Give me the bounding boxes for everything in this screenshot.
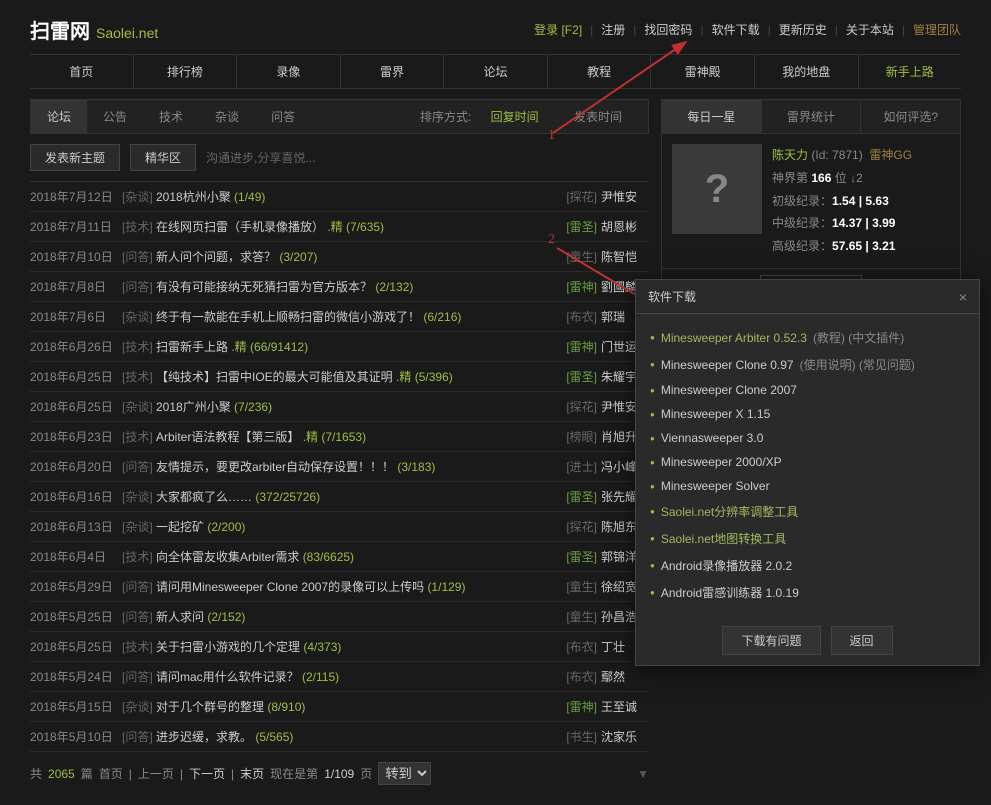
pager-next[interactable]: 下一页 [189, 765, 225, 782]
close-icon[interactable]: × [959, 289, 967, 305]
nav-item[interactable]: 雷界 [341, 55, 445, 88]
table-row[interactable]: 2018年6月4日[技术] 向全体雷友收集Arbiter需求 (83/6625)… [30, 542, 649, 572]
table-row[interactable]: 2018年5月29日[问答] 请问用Minesweeper Clone 2007… [30, 572, 649, 602]
download-issue-button[interactable]: 下载有问题 [722, 626, 820, 655]
tab-chat[interactable]: 杂谈 [199, 100, 255, 133]
download-item[interactable]: Saolei.net分辨率调整工具 [650, 498, 965, 525]
star-badge: 雷神GG [869, 148, 912, 162]
table-row[interactable]: 2018年6月25日[技术] 【纯技术】扫雷中IOE的最大可能值及其证明 .精 … [30, 362, 649, 392]
logo-cn: 扫雷网 [30, 15, 90, 44]
post-list: 2018年7月12日[杂谈] 2018杭州小聚 (1/49)[探花]尹惟安201… [30, 181, 649, 752]
pager-first[interactable]: 首页 [99, 765, 123, 782]
forum-tabs: 论坛 公告 技术 杂谈 问答 排序方式: 回复时间 发表时间 [30, 99, 649, 134]
download-item[interactable]: Saolei.net地图转换工具 [650, 525, 965, 552]
pager-page: 1/109 [324, 767, 354, 781]
table-row[interactable]: 2018年7月6日[杂谈] 终于有一款能在手机上顺畅扫雷的微信小游戏了！ (6/… [30, 302, 649, 332]
new-post-button[interactable]: 发表新主题 [30, 144, 120, 171]
tab-tech[interactable]: 技术 [143, 100, 199, 133]
table-row[interactable]: 2018年5月25日[问答] 新人求问 (2/152)[童生]孙昌浩 [30, 602, 649, 632]
table-row[interactable]: 2018年7月10日[问答] 新人问个问题，求答？ (3/207)[童生]陈智恺 [30, 242, 649, 272]
download-item[interactable]: Minesweeper Arbiter 0.52.3 (教程) (中文插件) [650, 324, 965, 351]
star-box: ? 陈天力 (Id: 7871) 雷神GG 神界第 166 位 ↓2 初级纪录：… [661, 134, 961, 269]
nav-item[interactable]: 排行榜 [134, 55, 238, 88]
logo-en: Saolei.net [96, 25, 158, 41]
table-row[interactable]: 2018年6月26日[技术] 扫雷新手上路 .精 (66/91412)[雷神]门… [30, 332, 649, 362]
elite-button[interactable]: 精华区 [130, 144, 196, 171]
table-row[interactable]: 2018年7月12日[杂谈] 2018杭州小聚 (1/49)[探花]尹惟安 [30, 182, 649, 212]
download-item[interactable]: Android雷感训练器 1.0.19 [650, 579, 965, 606]
tab-notice[interactable]: 公告 [87, 100, 143, 133]
table-row[interactable]: 2018年7月11日[技术] 在线网页扫雷（手机录像播放） .精 (7/635)… [30, 212, 649, 242]
collapse-icon[interactable]: ▼ [637, 767, 649, 781]
download-item[interactable]: Minesweeper 2000/XP [650, 450, 965, 474]
popup-title: 软件下载 [648, 288, 696, 305]
table-row[interactable]: 2018年5月25日[技术] 关于扫雷小游戏的几个定理 (4/373)[布衣]丁… [30, 632, 649, 662]
pager: 共 2065 篇 首页| 上一页| 下一页| 末页 现在是第 1/109 页 转… [30, 752, 649, 795]
toolbar-hint: 沟通进步,分享喜悦... [206, 149, 315, 166]
annotation-1: 1 [548, 128, 555, 144]
table-row[interactable]: 2018年6月23日[技术] Arbiter语法教程【第三版】 .精 (7/16… [30, 422, 649, 452]
register-link[interactable]: 注册 [601, 21, 625, 38]
download-item[interactable]: Minesweeper Solver [650, 474, 965, 498]
main-nav: 首页排行榜录像雷界论坛教程雷神殿我的地盘新手上路 [30, 54, 961, 89]
download-link[interactable]: 软件下载 [712, 21, 760, 38]
table-row[interactable]: 2018年6月16日[杂谈] 大家都疯了么…… (372/25726)[雷圣]张… [30, 482, 649, 512]
nav-item[interactable]: 录像 [237, 55, 341, 88]
pager-last[interactable]: 末页 [240, 765, 264, 782]
site-logo[interactable]: 扫雷网 Saolei.net [30, 15, 158, 44]
sort-reply[interactable]: 回复时间 [475, 102, 555, 132]
nav-item[interactable]: 教程 [548, 55, 652, 88]
pager-goto[interactable]: 转到 [378, 762, 431, 785]
nav-item[interactable]: 雷神殿 [651, 55, 755, 88]
nav-item[interactable]: 我的地盘 [755, 55, 859, 88]
table-row[interactable]: 2018年5月10日[问答] 进步迟缓，求教。 (5/565)[书生]沈家乐 [30, 722, 649, 752]
tab-stats[interactable]: 雷界统计 [762, 100, 862, 133]
admin-link[interactable]: 管理团队 [913, 21, 961, 38]
download-item[interactable]: Android录像播放器 2.0.2 [650, 552, 965, 579]
table-row[interactable]: 2018年6月13日[杂谈] 一起挖矿 (2/200)[探花]陈旭东 [30, 512, 649, 542]
nav-item[interactable]: 新手上路 [859, 55, 962, 88]
annotation-2: 2 [548, 232, 555, 248]
tab-qa[interactable]: 问答 [255, 100, 311, 133]
star-name[interactable]: 陈天力 [772, 148, 808, 162]
login-link[interactable]: 登录 [F2] [534, 21, 582, 38]
table-row[interactable]: 2018年6月20日[问答] 友情提示，要更改arbiter自动保存设置！！！ … [30, 452, 649, 482]
download-item[interactable]: Minesweeper Clone 2007 [650, 378, 965, 402]
table-row[interactable]: 2018年5月24日[问答] 请问mac用什么软件记录？ (2/115)[布衣]… [30, 662, 649, 692]
sort-post[interactable]: 发表时间 [558, 102, 638, 132]
table-row[interactable]: 2018年5月15日[杂谈] 对于几个群号的整理 (8/910)[雷神]王至诚 [30, 692, 649, 722]
download-item[interactable]: Minesweeper X 1.15 [650, 402, 965, 426]
pager-total: 2065 [48, 767, 75, 781]
download-item[interactable]: Minesweeper Clone 0.97 (使用说明) (常见问题) [650, 351, 965, 378]
about-link[interactable]: 关于本站 [846, 21, 894, 38]
history-link[interactable]: 更新历史 [779, 21, 827, 38]
top-links: 登录 [F2]| 注册| 找回密码| 软件下载| 更新历史| 关于本站| 管理团… [534, 21, 961, 38]
download-popup: 软件下载 × Minesweeper Arbiter 0.52.3 (教程) (… [635, 279, 980, 666]
download-item[interactable]: Viennasweeper 3.0 [650, 426, 965, 450]
nav-item[interactable]: 首页 [30, 55, 134, 88]
tab-dailystar[interactable]: 每日一星 [662, 100, 762, 133]
avatar[interactable]: ? [672, 144, 762, 234]
forgot-link[interactable]: 找回密码 [644, 21, 692, 38]
back-button[interactable]: 返回 [831, 626, 893, 655]
tab-forum[interactable]: 论坛 [31, 100, 87, 133]
nav-item[interactable]: 论坛 [444, 55, 548, 88]
sort-control: 排序方式: 回复时间 发表时间 [420, 108, 648, 125]
table-row[interactable]: 2018年6月25日[杂谈] 2018广州小聚 (7/236)[探花]尹惟安 [30, 392, 649, 422]
pager-prev[interactable]: 上一页 [138, 765, 174, 782]
tab-howto[interactable]: 如何评选? [861, 100, 960, 133]
side-tabs: 每日一星 雷界统计 如何评选? [661, 99, 961, 134]
table-row[interactable]: 2018年7月8日[问答] 有没有可能接纳无死猜扫雷为官方版本？ (2/132)… [30, 272, 649, 302]
